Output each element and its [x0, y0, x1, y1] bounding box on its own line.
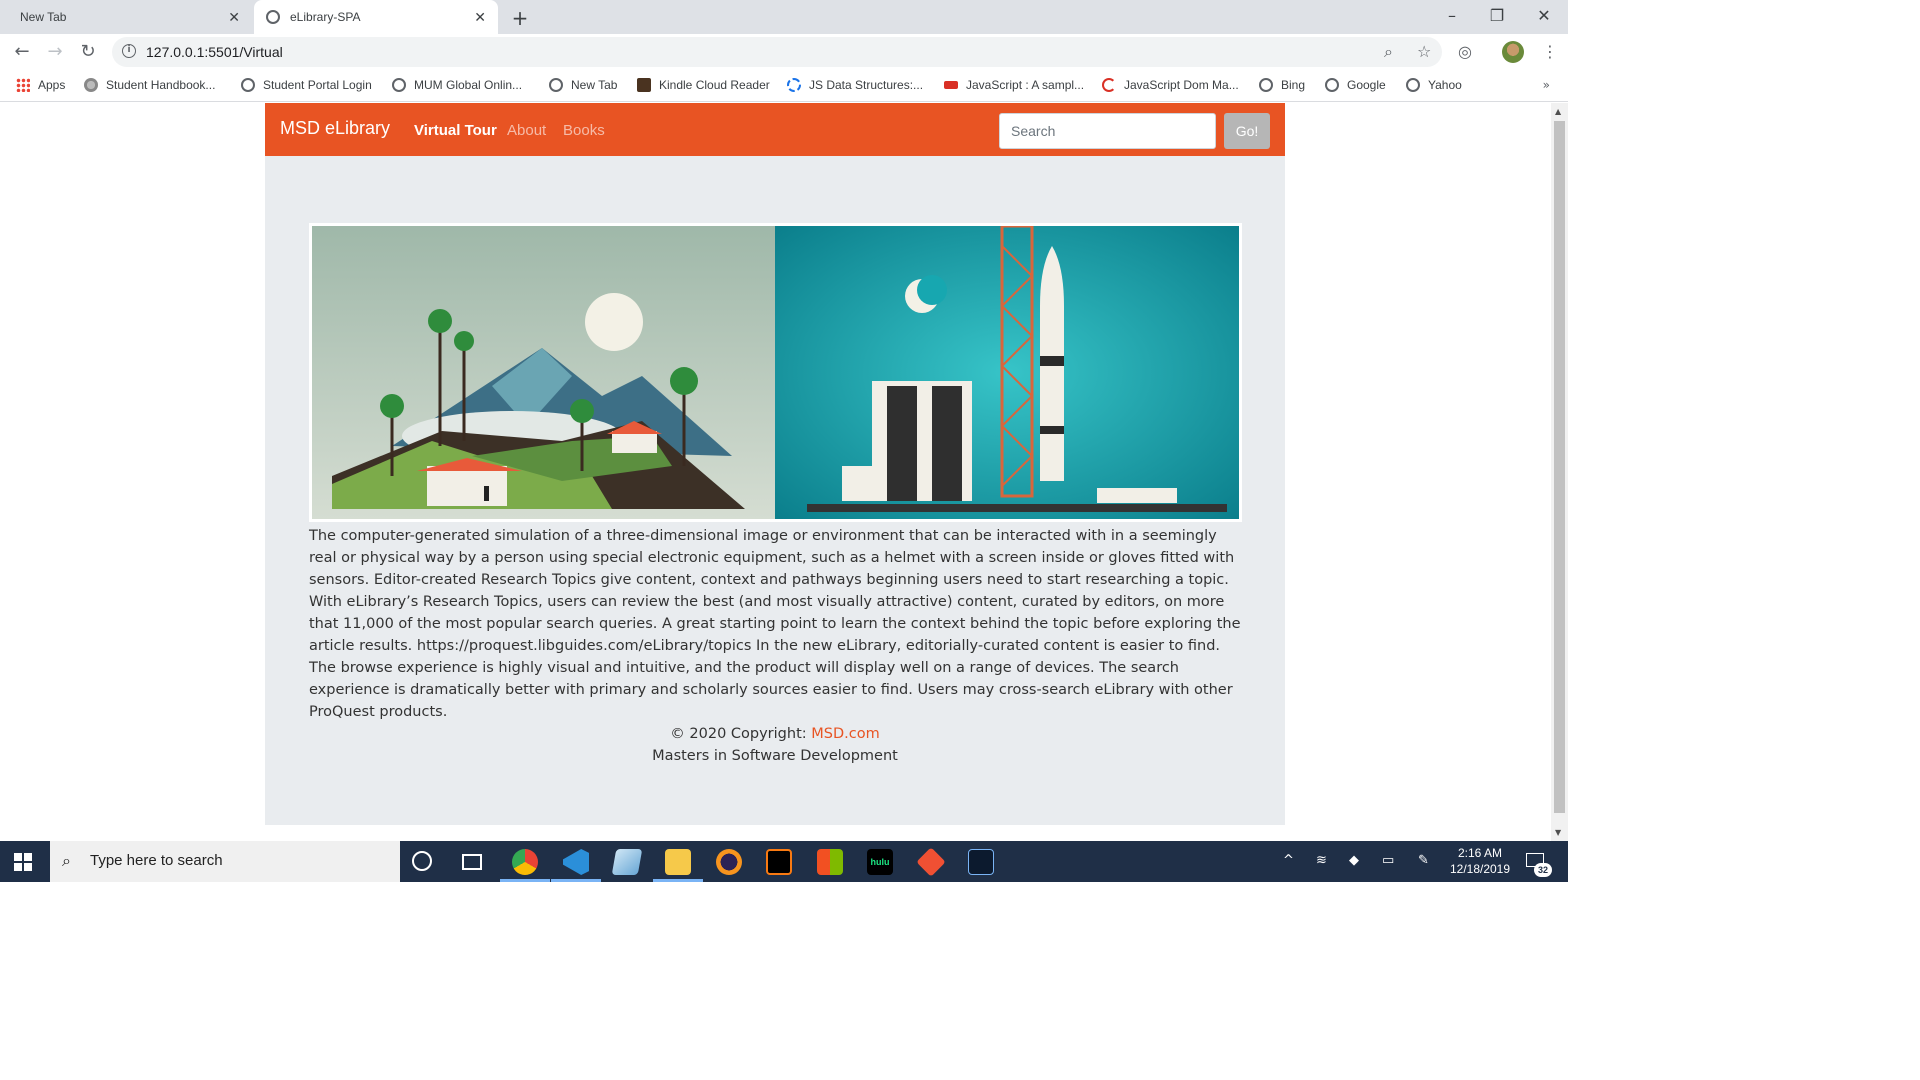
- address-bar[interactable]: i 127.0.0.1:5501/Virtual ⌕ ☆: [112, 37, 1442, 67]
- close-icon[interactable]: ✕: [474, 9, 486, 26]
- js-data-icon: [787, 78, 801, 92]
- notification-count-badge: 32: [1534, 863, 1552, 877]
- browser-toolbar: ← → ↻ i 127.0.0.1:5501/Virtual ⌕ ☆ ◎ ⋮: [0, 34, 1568, 70]
- task-view-icon[interactable]: [462, 854, 482, 870]
- battery-icon[interactable]: ▭: [1382, 853, 1394, 868]
- bookmark-mum-global[interactable]: MUM Global Onlin...: [392, 78, 522, 92]
- close-icon[interactable]: ✕: [228, 9, 240, 26]
- page-viewport: MSD eLibrary Virtual Tour About Books Se…: [0, 103, 1551, 841]
- pen-icon[interactable]: ✎: [1418, 853, 1429, 868]
- bookmark-apps[interactable]: Apps: [16, 78, 65, 92]
- chrome-icon[interactable]: [512, 849, 538, 875]
- site-brand[interactable]: MSD eLibrary: [280, 118, 390, 139]
- bookmarks-overflow-chevron-icon[interactable]: »: [1543, 78, 1550, 92]
- explorer-running-indicator: [653, 879, 703, 882]
- search-icon: ⌕: [62, 851, 71, 870]
- restore-icon[interactable]: ❐: [1485, 6, 1509, 25]
- bookmark-kindle[interactable]: Kindle Cloud Reader: [637, 78, 770, 92]
- wifi-icon[interactable]: ≋: [1316, 853, 1327, 868]
- vscode-running-indicator: [551, 879, 601, 882]
- nav-virtual-tour[interactable]: Virtual Tour: [414, 122, 497, 139]
- js-dom-icon: [1102, 78, 1116, 92]
- taskbar-clock[interactable]: 2:16 AM 12/18/2019: [1440, 845, 1520, 877]
- windows-start-icon[interactable]: [14, 853, 32, 871]
- js-sample-icon: [944, 81, 958, 89]
- notepad-icon[interactable]: [611, 849, 643, 875]
- globe-icon: [392, 78, 406, 92]
- eclipse-icon[interactable]: [716, 849, 742, 875]
- bookmark-star-icon[interactable]: ☆: [1417, 42, 1431, 61]
- copyright-line: © 2020 Copyright: MSD.com: [670, 726, 880, 742]
- nav-about[interactable]: About: [507, 122, 546, 139]
- tab-elibrary-spa[interactable]: eLibrary-SPA ✕: [254, 0, 498, 34]
- apps-grid-icon: [16, 78, 30, 92]
- bookmark-student-portal[interactable]: Student Portal Login: [241, 78, 372, 92]
- kindle-icon: [637, 78, 651, 92]
- hero-illustration: [309, 223, 1242, 522]
- search-input[interactable]: Search: [999, 113, 1216, 149]
- bookmark-google[interactable]: Google: [1325, 78, 1386, 92]
- article-text: The computer-generated simulation of a t…: [309, 528, 1241, 720]
- scroll-down-arrow-icon[interactable]: ▼: [1555, 828, 1561, 837]
- handbook-icon: [84, 78, 98, 92]
- taskbar-search-box[interactable]: ⌕ Type here to search: [50, 841, 400, 882]
- bookmark-js-data-structures[interactable]: JS Data Structures:...: [787, 78, 923, 92]
- tab-new-tab[interactable]: New Tab ✕: [0, 0, 252, 34]
- chevron-up-icon[interactable]: ^: [1283, 853, 1294, 868]
- page-footer: © 2020 Copyright: MSD.com Masters in Sof…: [265, 723, 1285, 767]
- globe-icon: [1259, 78, 1273, 92]
- extension-icon[interactable]: ◎: [1458, 42, 1472, 61]
- copyright-link[interactable]: MSD.com: [811, 726, 879, 742]
- globe-icon: [241, 78, 255, 92]
- store-icon[interactable]: [817, 849, 843, 875]
- forward-arrow-icon[interactable]: →: [44, 41, 66, 62]
- back-arrow-icon[interactable]: ←: [11, 41, 33, 62]
- new-tab-plus-icon[interactable]: +: [510, 6, 530, 30]
- tab-title: eLibrary-SPA: [290, 10, 361, 24]
- windows-taskbar: ⌕ Type here to search hulu ^ ≋ ◆ ▭ ✎ 2:1…: [0, 841, 1568, 882]
- globe-icon: [1325, 78, 1339, 92]
- page-scrollbar[interactable]: ▲ ▼: [1551, 103, 1568, 841]
- bookmark-new-tab[interactable]: New Tab: [549, 78, 617, 92]
- hulu-icon[interactable]: hulu: [867, 849, 893, 875]
- git-icon[interactable]: [916, 847, 946, 877]
- reload-icon[interactable]: ↻: [77, 41, 99, 62]
- globe-icon: [266, 10, 280, 24]
- tab-title: New Tab: [20, 10, 67, 24]
- menu-kebab-icon[interactable]: ⋮: [1542, 42, 1558, 61]
- bookmark-javascript-dom[interactable]: JavaScript Dom Ma...: [1102, 78, 1239, 92]
- bookmarks-bar: Apps Student Handbook... Student Portal …: [0, 70, 1568, 102]
- chrome-running-indicator: [500, 879, 550, 882]
- globe-icon: [1406, 78, 1420, 92]
- globe-icon: [549, 78, 563, 92]
- cortana-icon[interactable]: [412, 851, 432, 871]
- window-close-icon[interactable]: ✕: [1532, 6, 1556, 25]
- dropbox-icon[interactable]: ◆: [1349, 853, 1359, 868]
- url-text[interactable]: 127.0.0.1:5501/Virtual: [146, 44, 283, 60]
- bookmark-yahoo[interactable]: Yahoo: [1406, 78, 1462, 92]
- site-navbar: MSD eLibrary Virtual Tour About Books Se…: [265, 103, 1285, 156]
- vscode-icon[interactable]: [563, 849, 589, 875]
- footer-tagline: Masters in Software Development: [652, 748, 898, 764]
- scroll-thumb[interactable]: [1554, 121, 1565, 813]
- browser-tab-strip: New Tab ✕ eLibrary-SPA ✕ + – ❐ ✕: [0, 0, 1568, 34]
- zoom-magnifier-icon[interactable]: ⌕: [1384, 42, 1393, 62]
- site-info-icon[interactable]: i: [122, 44, 136, 58]
- bookmark-bing[interactable]: Bing: [1259, 78, 1305, 92]
- page-container: MSD eLibrary Virtual Tour About Books Se…: [265, 103, 1285, 825]
- minimize-icon[interactable]: –: [1440, 6, 1464, 25]
- nav-books[interactable]: Books: [563, 122, 605, 139]
- kite-icon[interactable]: [968, 849, 994, 875]
- bookmark-student-handbook[interactable]: Student Handbook...: [84, 78, 215, 92]
- intellij-icon[interactable]: [766, 849, 792, 875]
- landscape-and-rocket-illustration: [312, 226, 1239, 519]
- go-button[interactable]: Go!: [1224, 113, 1270, 149]
- scroll-up-arrow-icon[interactable]: ▲: [1555, 107, 1561, 116]
- profile-avatar[interactable]: [1502, 41, 1524, 63]
- file-explorer-icon[interactable]: [665, 849, 691, 875]
- bookmark-javascript-sample[interactable]: JavaScript : A sampl...: [944, 78, 1084, 92]
